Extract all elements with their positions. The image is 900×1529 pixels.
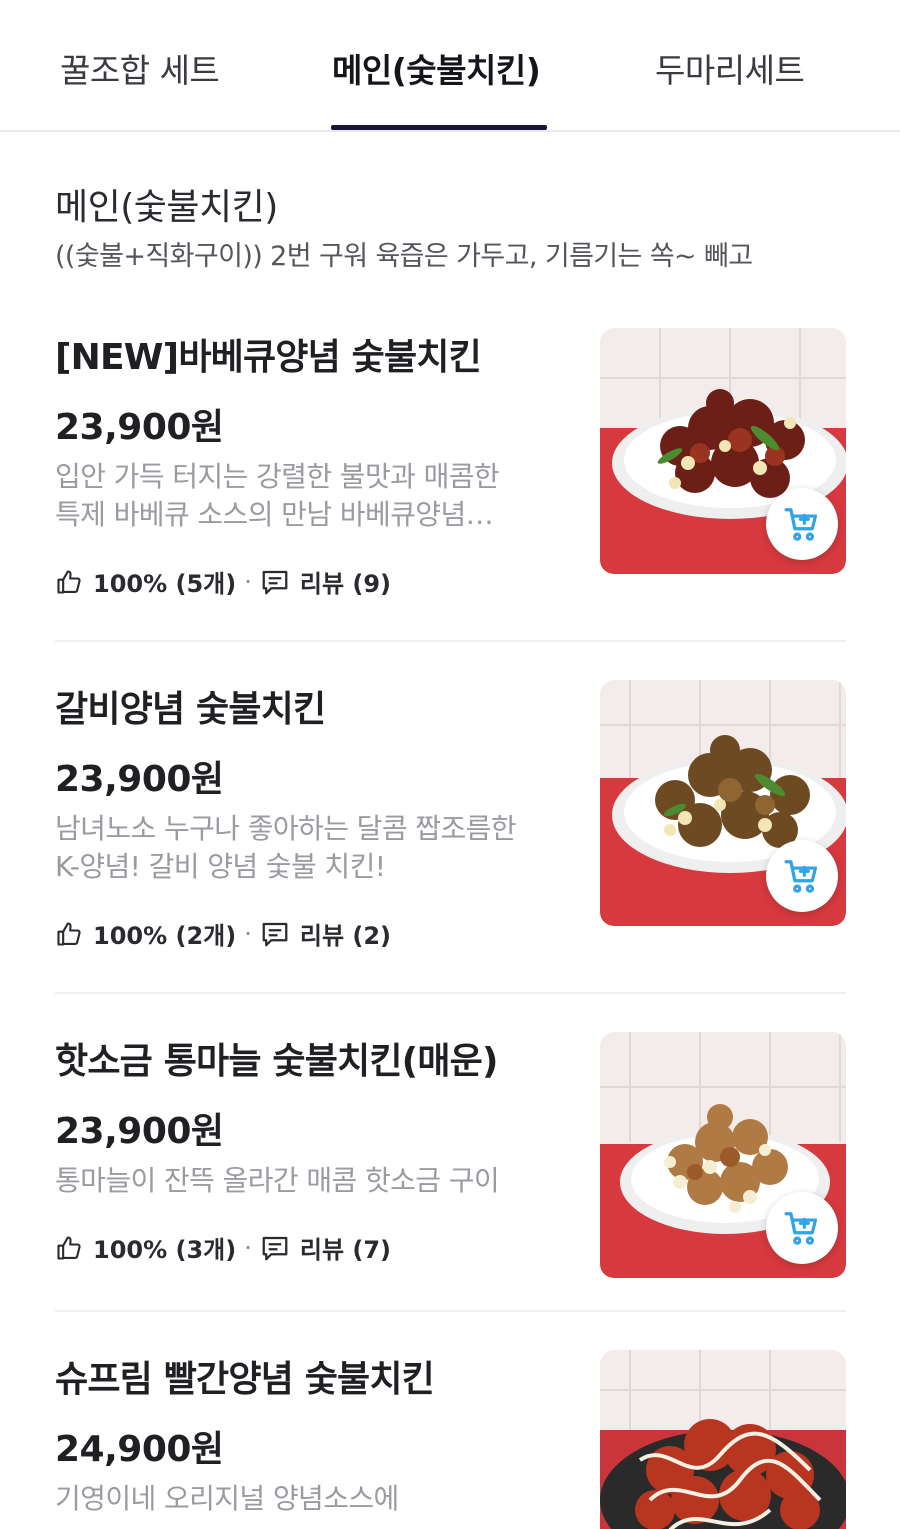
section-title: 메인(숯불치킨) (55, 187, 278, 228)
dish-photo-supreme-chicken[interactable] (600, 1350, 846, 1529)
active-tab-indicator (331, 125, 547, 130)
review-comment-icon (260, 919, 290, 949)
tab-two-chicken-set[interactable]: 두마리세트 (655, 44, 805, 92)
item-name: [NEW]바베큐양념 숯불치킨 (55, 337, 482, 378)
thumbs-up-icon (55, 1234, 83, 1262)
add-to-cart-button[interactable] (766, 1192, 838, 1264)
item-review-count[interactable]: 리뷰 (9) (300, 564, 391, 599)
review-comment-icon (260, 1233, 290, 1263)
cart-plus-icon (784, 860, 818, 893)
item-description-line: 통마늘이 잔뜩 올라간 매콤 핫소금 구이 (55, 1164, 500, 1197)
item-name: 슈프림 빨간양념 숯불치킨 (55, 1359, 435, 1400)
item-price: 23,900원 (55, 759, 224, 800)
item-description-line: 남녀노소 누구나 좋아하는 달콤 짭조름한 (55, 812, 517, 845)
separator-dot: · (244, 1233, 252, 1262)
item-stats: 100% (3개) · 리뷰 (7) (55, 1230, 391, 1265)
item-divider (55, 1310, 846, 1312)
item-divider (55, 640, 846, 642)
item-description-line: 입안 가득 터지는 강렬한 불맛과 매콤한 (55, 460, 500, 493)
category-tabs: 꿀조합 세트 메인(숯불치킨) 두마리세트 (0, 0, 900, 132)
separator-dot: · (244, 567, 252, 596)
item-description: 입안 가득 터지는 강렬한 불맛과 매콤한 특제 바베큐 소스의 만남 바베큐양… (55, 458, 555, 534)
item-rating: 100% (2개) (93, 922, 237, 950)
thumbs-up-icon (55, 568, 83, 596)
section-description: ((숯불+직화구이)) 2번 구워 육즙은 가두고, 기름기는 쏙~ 빼고 (55, 241, 753, 272)
item-review-count[interactable]: 리뷰 (7) (300, 1230, 391, 1265)
cart-plus-icon (784, 1212, 818, 1245)
thumbs-up-icon (55, 920, 83, 948)
item-rating: 100% (3개) (93, 1236, 237, 1264)
cart-plus-icon (784, 508, 818, 541)
item-review-count[interactable]: 리뷰 (2) (300, 916, 391, 951)
item-description-line: K-양념! 갈비 양념 숯불 치킨! (55, 850, 386, 883)
item-stats: 100% (5개) · 리뷰 (9) (55, 564, 391, 599)
item-description: 통마늘이 잔뜩 올라간 매콤 핫소금 구이 (55, 1162, 555, 1200)
item-price: 23,900원 (55, 1111, 224, 1152)
item-description-line: 특제 바베큐 소스의 만남 바베큐양념… (55, 498, 494, 531)
item-price: 23,900원 (55, 407, 224, 448)
separator-dot: · (244, 919, 252, 948)
item-price: 24,900원 (55, 1429, 224, 1470)
item-divider (55, 992, 846, 994)
item-rating: 100% (5개) (93, 570, 237, 598)
add-to-cart-button[interactable] (766, 488, 838, 560)
item-description: 기영이네 오리지널 양념소스에 (55, 1480, 555, 1518)
item-description: 남녀노소 누구나 좋아하는 달콤 짭조름한 K-양념! 갈비 양념 숯불 치킨! (55, 810, 555, 886)
review-comment-icon (260, 567, 290, 597)
tab-main-charcoal-chicken[interactable]: 메인(숯불치킨) (332, 44, 541, 92)
item-name: 핫소금 통마늘 숯불치킨(매운) (55, 1041, 498, 1082)
item-name: 갈비양념 숯불치킨 (55, 689, 326, 730)
item-description-line: 기영이네 오리지널 양념소스에 (55, 1482, 399, 1515)
item-stats: 100% (2개) · 리뷰 (2) (55, 916, 391, 951)
add-to-cart-button[interactable] (766, 840, 838, 912)
tab-honey-combo-set[interactable]: 꿀조합 세트 (60, 44, 220, 92)
